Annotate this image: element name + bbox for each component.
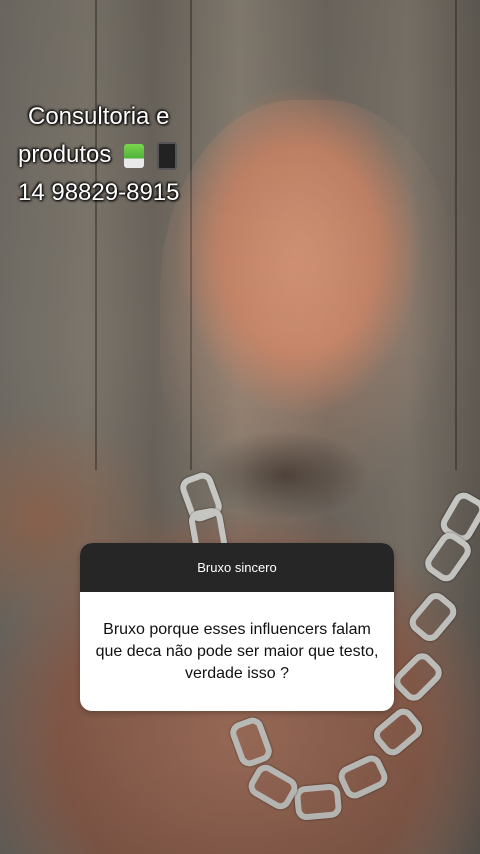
promo-phone-number: 14 98829-8915 [18, 179, 180, 206]
juice-box-icon [124, 143, 145, 168]
question-text: Bruxo porque esses influencers falam que… [95, 620, 379, 682]
promo-line-2-text: produtos [18, 141, 112, 168]
mobile-phone-icon [156, 141, 177, 170]
question-sticker: Bruxo sincero Bruxo porque esses influen… [80, 543, 394, 711]
question-sticker-title: Bruxo sincero [197, 560, 277, 575]
question-sticker-header: Bruxo sincero [80, 543, 394, 592]
question-sticker-body: Bruxo porque esses influencers falam que… [80, 592, 394, 711]
promo-text-overlay: Consultoria e produtos 14 98829-8915 [18, 98, 278, 212]
promo-line-2: produtos [18, 136, 278, 174]
promo-line-1: Consultoria e [28, 103, 170, 130]
